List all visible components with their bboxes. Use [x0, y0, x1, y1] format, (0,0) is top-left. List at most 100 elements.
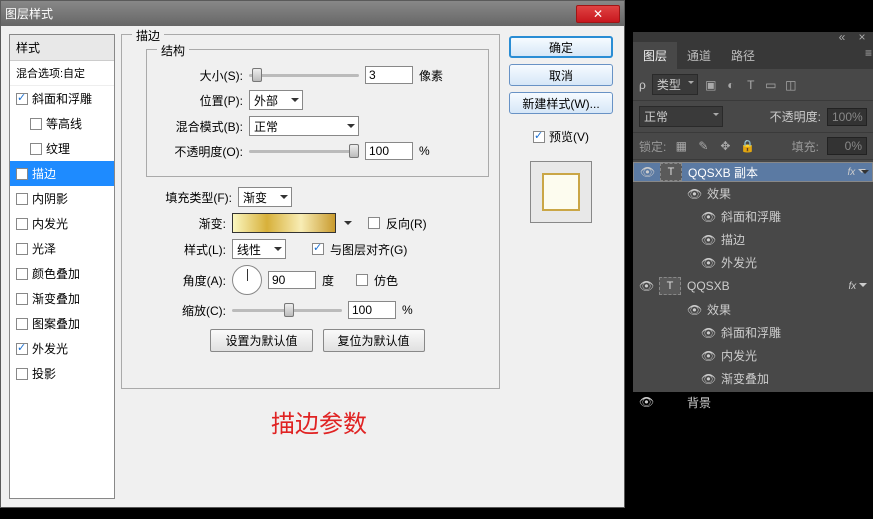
opacity-value[interactable]: 100%	[827, 108, 867, 126]
effects-row[interactable]: 👁效果	[633, 298, 873, 321]
filltype-select[interactable]: 渐变	[238, 187, 292, 207]
visibility-icon[interactable]: 👁	[640, 165, 654, 179]
style-select[interactable]: 线性	[232, 239, 286, 259]
fx-badge[interactable]: fx	[848, 281, 867, 292]
effects-row[interactable]: 👁效果	[633, 182, 873, 205]
style-item[interactable]: 颜色叠加	[10, 261, 114, 286]
style-item[interactable]: 斜面和浮雕	[10, 86, 114, 111]
filter-adjust-icon[interactable]: ◐	[724, 79, 738, 91]
style-item[interactable]: 描边	[10, 161, 114, 186]
preview-checkbox[interactable]	[533, 131, 545, 143]
opacity-label: 不透明度:	[770, 108, 821, 125]
style-item[interactable]: 等高线	[10, 111, 114, 136]
style-checkbox[interactable]	[16, 268, 28, 280]
visibility-icon[interactable]: 👁	[701, 233, 715, 247]
layer-row[interactable]: 👁TQQSXBfx	[633, 274, 873, 298]
make-default-button[interactable]: 设置为默认值	[210, 329, 312, 352]
dither-checkbox[interactable]	[356, 274, 368, 286]
tab-layers[interactable]: 图层	[633, 42, 677, 69]
style-checkbox[interactable]	[16, 193, 28, 205]
effect-item[interactable]: 👁描边	[633, 228, 873, 251]
filter-smart-icon[interactable]: ◫	[784, 79, 798, 91]
reverse-checkbox[interactable]	[368, 217, 380, 229]
style-checkbox[interactable]	[16, 293, 28, 305]
blend-mode-select[interactable]: 正常	[639, 106, 723, 127]
effect-item[interactable]: 👁渐变叠加	[633, 367, 873, 390]
style-checkbox[interactable]	[16, 343, 28, 355]
style-checkbox[interactable]	[30, 143, 42, 155]
blend-options-item[interactable]: 混合选项:自定	[10, 61, 114, 86]
visibility-icon[interactable]: 👁	[701, 256, 715, 270]
style-checkbox[interactable]	[16, 318, 28, 330]
gradient-picker[interactable]	[232, 213, 336, 233]
close-button[interactable]: ✕	[576, 5, 620, 23]
fill-label: 填充:	[792, 138, 819, 155]
style-item[interactable]: 投影	[10, 361, 114, 386]
opacity-input[interactable]	[365, 142, 413, 160]
ok-button[interactable]: 确定	[509, 36, 613, 58]
scale-slider[interactable]	[232, 309, 342, 312]
opacity-slider[interactable]	[249, 150, 359, 153]
style-checkbox[interactable]	[16, 93, 28, 105]
style-checkbox[interactable]	[16, 368, 28, 380]
visibility-icon[interactable]: 👁	[701, 349, 715, 363]
scale-input[interactable]	[348, 301, 396, 319]
angle-dial[interactable]	[232, 265, 262, 295]
visibility-icon[interactable]: 👁	[639, 279, 653, 293]
style-item[interactable]: 图案叠加	[10, 311, 114, 336]
layer-row[interactable]: 👁TQQSXB 副本fx	[633, 162, 873, 182]
style-checkbox[interactable]	[30, 118, 42, 130]
panel-menu-icon[interactable]: ≡	[859, 42, 873, 54]
style-list-header[interactable]: 样式	[10, 35, 114, 61]
visibility-icon[interactable]: 👁	[701, 372, 715, 386]
angle-input[interactable]	[268, 271, 316, 289]
lock-position-icon[interactable]: ✥	[718, 140, 732, 152]
style-item[interactable]: 渐变叠加	[10, 286, 114, 311]
position-label: 位置(P):	[157, 92, 243, 109]
filter-image-icon[interactable]: ▣	[704, 79, 718, 91]
cancel-button[interactable]: 取消	[509, 64, 613, 86]
effect-item[interactable]: 👁斜面和浮雕	[633, 321, 873, 344]
filter-type-icon[interactable]: T	[744, 79, 758, 91]
collapse-icon[interactable]: «	[835, 31, 849, 43]
fx-badge[interactable]: fx	[847, 167, 866, 178]
lock-row: 锁定: ▦ ✎ ✥ 🔒 填充: 0%	[633, 133, 873, 160]
effect-item[interactable]: 👁外发光	[633, 251, 873, 274]
effect-item[interactable]: 👁内发光	[633, 344, 873, 367]
visibility-icon[interactable]: 👁	[687, 303, 701, 317]
style-item[interactable]: 外发光	[10, 336, 114, 361]
filter-shape-icon[interactable]: ▭	[764, 79, 778, 91]
blend-select[interactable]: 正常	[249, 116, 359, 136]
tab-paths[interactable]: 路径	[721, 42, 765, 69]
lock-pixels-icon[interactable]: ✎	[696, 140, 710, 152]
lock-transparency-icon[interactable]: ▦	[674, 140, 688, 152]
kind-select[interactable]: 类型	[652, 74, 698, 95]
style-item[interactable]: 内阴影	[10, 186, 114, 211]
tab-channels[interactable]: 通道	[677, 42, 721, 69]
visibility-icon[interactable]: 👁	[701, 210, 715, 224]
layers-panel: « × 图层 通道 路径 ≡ ρ 类型 ▣ ◐ T ▭ ◫ 正常 不透明度: 1…	[633, 32, 873, 392]
style-checkbox[interactable]	[16, 168, 28, 180]
size-input[interactable]	[365, 66, 413, 84]
lock-all-icon[interactable]: 🔒	[740, 140, 754, 152]
visibility-icon[interactable]: 👁	[687, 187, 701, 201]
new-style-button[interactable]: 新建样式(W)...	[509, 92, 613, 114]
style-label: 等高线	[46, 115, 82, 132]
effect-item[interactable]: 👁斜面和浮雕	[633, 205, 873, 228]
titlebar[interactable]: 图层样式 ✕	[1, 1, 624, 26]
align-checkbox[interactable]	[312, 243, 324, 255]
layer-row[interactable]: 👁背景	[633, 390, 873, 414]
fill-value[interactable]: 0%	[827, 137, 867, 155]
style-item[interactable]: 光泽	[10, 236, 114, 261]
blend-label: 混合模式(B):	[157, 118, 243, 135]
position-select[interactable]: 外部	[249, 90, 303, 110]
kind-label: ρ	[639, 78, 646, 92]
size-slider[interactable]	[249, 74, 359, 77]
style-item[interactable]: 内发光	[10, 211, 114, 236]
visibility-icon[interactable]: 👁	[701, 326, 715, 340]
style-item[interactable]: 纹理	[10, 136, 114, 161]
visibility-icon[interactable]: 👁	[639, 395, 653, 409]
reset-default-button[interactable]: 复位为默认值	[323, 329, 425, 352]
style-checkbox[interactable]	[16, 243, 28, 255]
style-checkbox[interactable]	[16, 218, 28, 230]
